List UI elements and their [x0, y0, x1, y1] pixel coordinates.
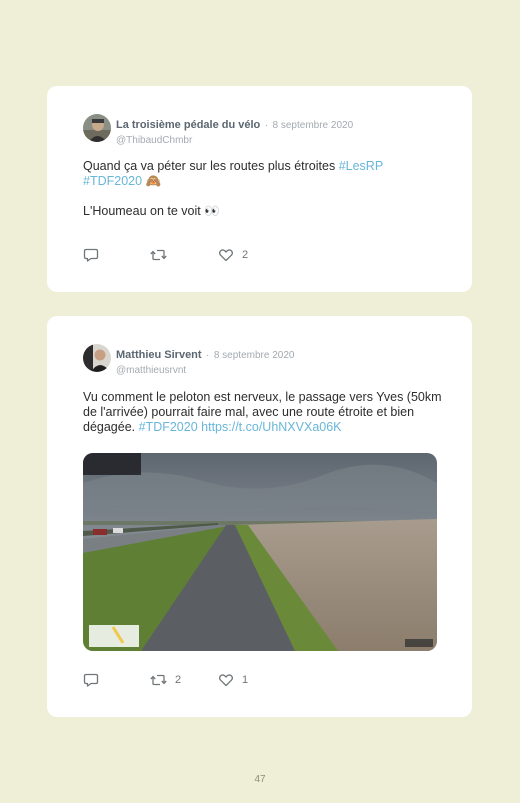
tweet-media-image[interactable] [83, 453, 437, 651]
retweet-button[interactable]: 2 [150, 672, 181, 688]
url-link[interactable]: https://t.co/UhNXVXa06K [201, 420, 341, 434]
like-button[interactable]: 2 [218, 247, 248, 263]
avatar[interactable] [83, 344, 111, 372]
hashtag-link[interactable]: #TDF2020 [83, 174, 142, 188]
author-handle[interactable]: @ThibaudChmbr [116, 135, 353, 146]
like-button[interactable]: 1 [218, 672, 248, 688]
tweet-card: La troisième pédale du vélo · 8 septembr… [47, 86, 472, 292]
tweet-date[interactable]: 8 septembre 2020 [214, 350, 295, 361]
tweet-card: Matthieu Sirvent · 8 septembre 2020 @mat… [47, 316, 472, 717]
retweet-count: 2 [175, 674, 182, 686]
tweet-text-part: Quand ça va péter sur les routes plus ét… [83, 159, 339, 173]
like-count: 2 [242, 249, 249, 261]
tweet-text: Vu comment le peloton est nerveux, le pa… [83, 390, 443, 435]
reply-button[interactable] [83, 247, 99, 263]
tweet-meta: La troisième pédale du vélo · 8 septembr… [116, 115, 353, 146]
separator-dot: · [206, 350, 210, 361]
author-handle[interactable]: @matthieusrvnt [116, 365, 294, 376]
reply-icon [83, 673, 99, 687]
separator-dot: · [264, 120, 269, 131]
avatar[interactable] [83, 114, 111, 142]
tweet-meta: Matthieu Sirvent · 8 septembre 2020 @mat… [116, 345, 294, 376]
eyes-emoji: 👀 [204, 204, 220, 218]
retweet-button[interactable] [150, 247, 167, 263]
tweet-text: Quand ça va péter sur les routes plus ét… [83, 159, 443, 219]
tweet-text-part: L'Houmeau on te voit [83, 204, 205, 218]
retweet-icon [150, 674, 167, 686]
hashtag-link[interactable]: #TDF2020 [139, 420, 198, 434]
see-no-evil-emoji: 🙈 [145, 174, 162, 188]
street-view-photo [83, 453, 437, 651]
heart-icon [219, 249, 233, 262]
like-count: 1 [242, 674, 249, 686]
tweet-date[interactable]: 8 septembre 2020 [273, 120, 354, 131]
page-number: 47 [254, 774, 266, 785]
reply-button[interactable] [83, 672, 99, 688]
heart-icon [219, 674, 233, 687]
reply-icon [83, 248, 99, 262]
retweet-icon [150, 249, 167, 261]
hashtag-link[interactable]: #LesRP [339, 159, 383, 173]
author-name[interactable]: Matthieu Sirvent [116, 349, 202, 361]
author-name[interactable]: La troisième pédale du vélo [116, 119, 260, 131]
